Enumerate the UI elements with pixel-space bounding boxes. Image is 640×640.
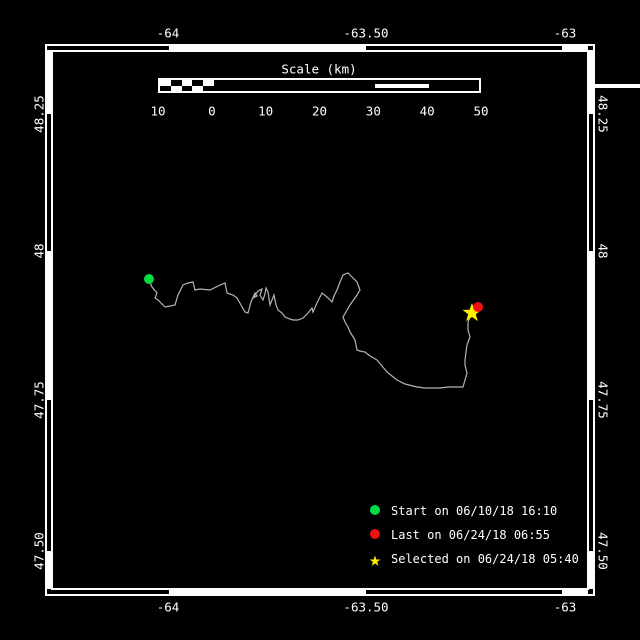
legend-last-dot-icon [370, 529, 380, 539]
track-path [148, 272, 477, 389]
track-map-plot: -64 -63.50 -63 -64 -63.50 -63 48.25 48 47.75 47.5… [0, 0, 640, 640]
legend-item-label: Start on 06/10/18 16:10 [391, 504, 558, 518]
track-layer [144, 272, 483, 389]
legend-start-dot-icon [370, 505, 380, 515]
last-position-marker [473, 302, 483, 312]
legend-item-label: Last on 06/24/18 06:55 [391, 528, 550, 542]
legend-item-label: Selected on 06/24/18 05:40 [391, 552, 579, 566]
start-position-marker [144, 274, 154, 284]
